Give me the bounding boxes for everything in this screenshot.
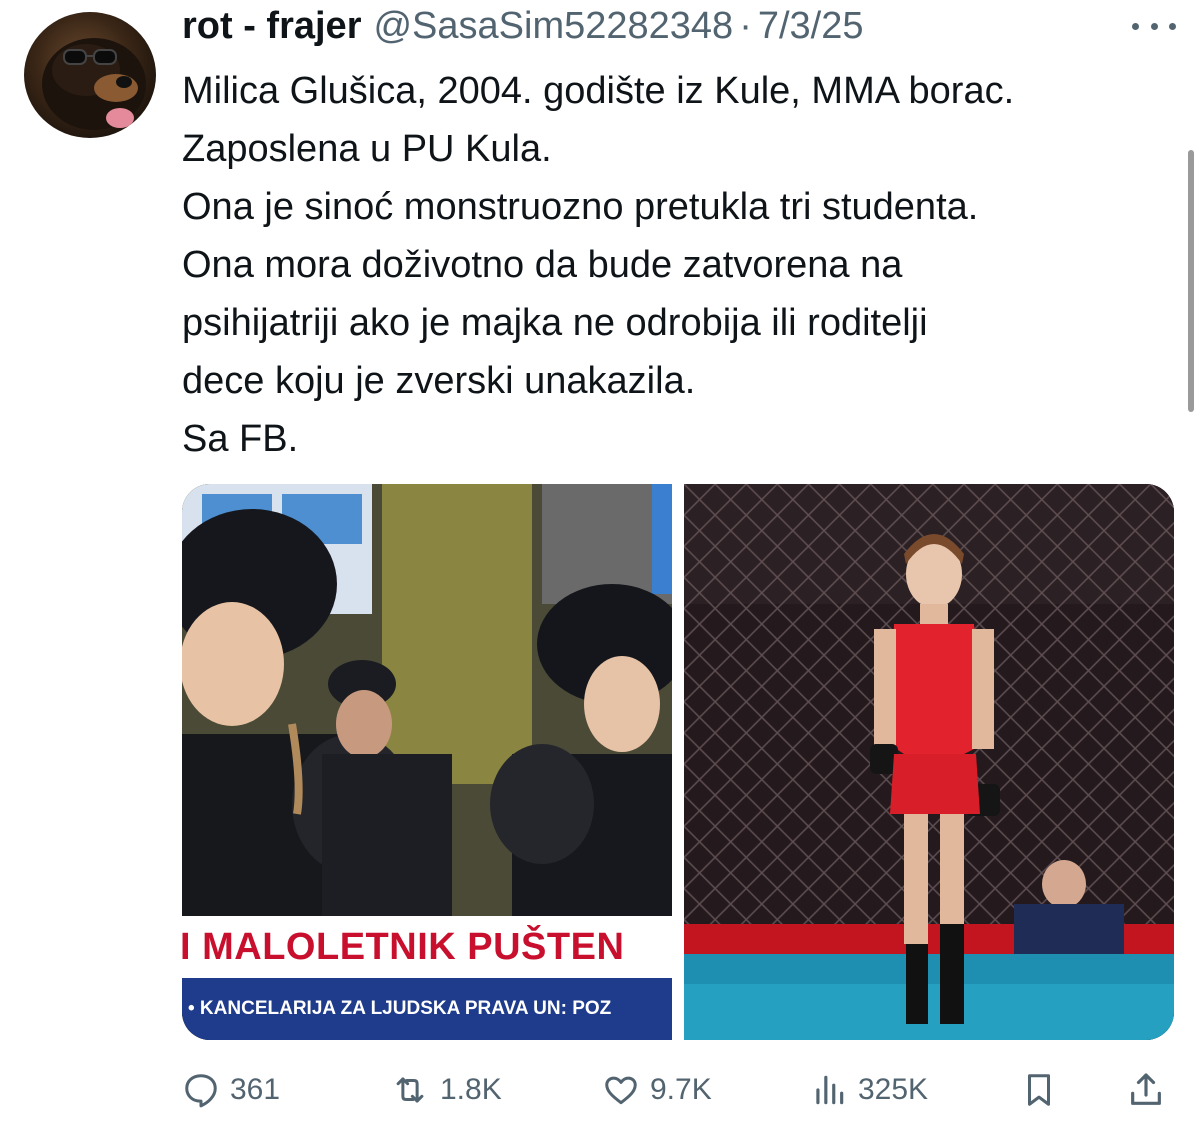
views-icon	[816, 1075, 844, 1105]
reply-button[interactable]: 361	[182, 1062, 280, 1118]
tweet-line: Milica Glušica, 2004. godište iz Kule, M…	[182, 70, 1015, 112]
media-grid: I MALOLETNIK PUŠTEN • KANCELARIJA ZA LJU…	[182, 484, 1174, 1040]
more-options-icon[interactable]	[1132, 14, 1176, 38]
news-ticker-sub: • KANCELARIJA ZA LJUDSKA PRAVA UN: POZ	[182, 978, 672, 1040]
tweet-line: Ona mora doživotno da bude zatvorena na	[182, 244, 903, 286]
bookmark-icon	[1027, 1074, 1051, 1106]
avatar[interactable]	[24, 12, 156, 138]
bookmark-button[interactable]	[1020, 1062, 1058, 1118]
mma-photo-illustration	[684, 484, 1174, 1040]
repost-count: 1.8K	[440, 1073, 502, 1106]
views-button[interactable]: 325K	[810, 1062, 928, 1118]
tweet-line: Sa FB.	[182, 418, 299, 460]
view-count: 325K	[858, 1073, 929, 1106]
scrollbar[interactable]	[1188, 150, 1194, 412]
header-separator: ·	[739, 4, 752, 47]
tweet-line: Zaposlena u PU Kula.	[182, 128, 552, 170]
repost-icon	[396, 1077, 424, 1103]
share-button[interactable]	[1126, 1062, 1166, 1118]
reply-icon	[185, 1074, 217, 1108]
like-count: 9.7K	[650, 1073, 712, 1106]
rottweiler-avatar-icon	[42, 38, 146, 130]
like-button[interactable]: 9.7K	[602, 1062, 712, 1118]
tweet-line: dece koju je zverski unakazila.	[182, 360, 696, 402]
news-ticker-main: I MALOLETNIK PUŠTEN	[182, 916, 672, 978]
heart-icon	[605, 1076, 637, 1105]
repost-button[interactable]: 1.8K	[390, 1062, 502, 1118]
tweet-date[interactable]: 7/3/25	[758, 5, 864, 48]
photo-police-officers[interactable]: I MALOLETNIK PUŠTEN • KANCELARIJA ZA LJU…	[182, 484, 672, 1040]
tweet-line: Ona je sinoć monstruozno pretukla tri st…	[182, 186, 979, 228]
ticker-headline: I MALOLETNIK PUŠTEN	[182, 925, 625, 968]
ticker-subline: • KANCELARIJA ZA LJUDSKA PRAVA UN: POZ	[188, 998, 612, 1019]
reply-count: 361	[230, 1073, 281, 1106]
tweet-actions: 361 1.8K 9.7K 325K	[182, 1062, 1172, 1118]
tweet-header: rot - frajer @SasaSim52282348 · 7/3/25	[182, 4, 1140, 48]
tweet-text: Milica Glušica, 2004. godište iz Kule, M…	[182, 62, 1182, 468]
author-handle[interactable]: @SasaSim52282348	[373, 5, 733, 48]
tweet-line: psihijatriji ako je majka ne odrobija il…	[182, 302, 928, 344]
author-name[interactable]: rot - frajer	[182, 5, 361, 48]
share-icon	[1131, 1073, 1161, 1105]
photo-mma-fighter[interactable]	[684, 484, 1174, 1040]
